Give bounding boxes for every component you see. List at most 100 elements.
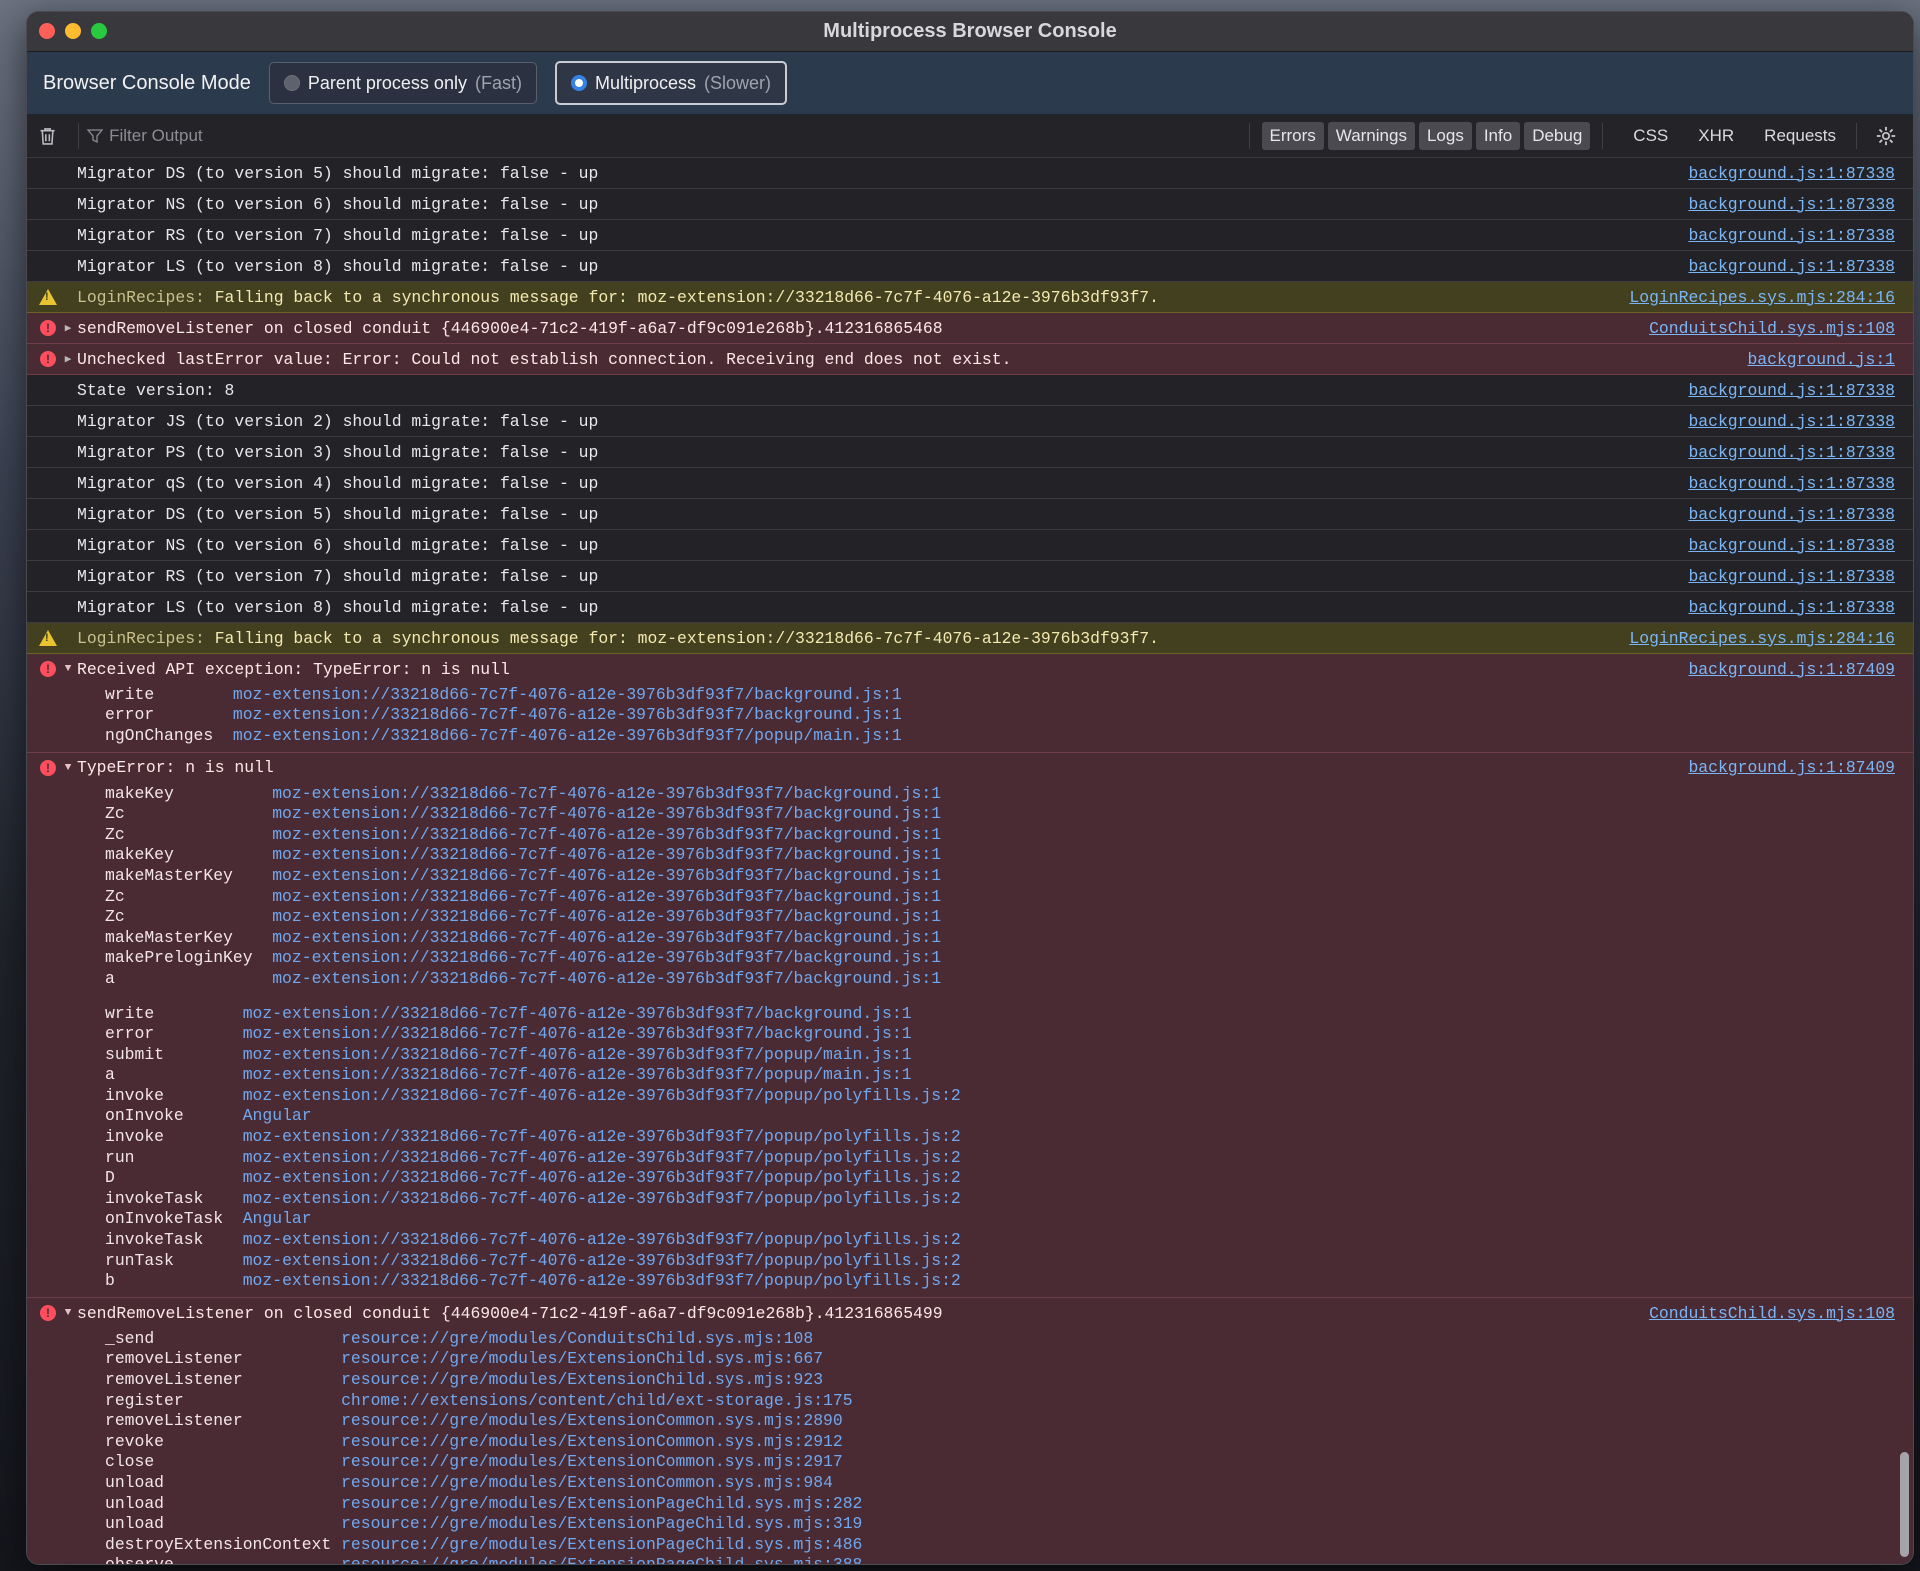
frame-location-link[interactable]: Angular xyxy=(243,1209,312,1228)
stack-frame: invoke moz-extension://33218d66-7c7f-407… xyxy=(105,1126,1913,1147)
frame-location-link[interactable]: resource://gre/modules/ExtensionChild.sy… xyxy=(341,1349,823,1368)
close-window-button[interactable] xyxy=(39,23,55,39)
filter-debug-button[interactable]: Debug xyxy=(1524,122,1591,150)
frame-location-link[interactable]: moz-extension://33218d66-7c7f-4076-a12e-… xyxy=(233,705,902,724)
source-link[interactable]: background.js:1:87338 xyxy=(1688,412,1913,431)
message-prefix: LoginRecipes: xyxy=(77,628,205,648)
frame-location-link[interactable]: Angular xyxy=(243,1106,312,1125)
gear-icon[interactable] xyxy=(1875,125,1897,147)
source-link[interactable]: background.js:1:87338 xyxy=(1688,536,1913,555)
source-link[interactable]: background.js:1:87409 xyxy=(1688,660,1913,679)
source-link[interactable]: background.js:1 xyxy=(1747,350,1913,369)
frame-location-link[interactable]: moz-extension://33218d66-7c7f-4076-a12e-… xyxy=(233,685,902,704)
message-prefix: LoginRecipes: xyxy=(77,287,205,307)
frame-location-link[interactable]: resource://gre/modules/ExtensionCommon.s… xyxy=(341,1411,843,1430)
source-link[interactable]: background.js:1:87338 xyxy=(1688,164,1913,183)
frame-location-link[interactable]: moz-extension://33218d66-7c7f-4076-a12e-… xyxy=(243,1230,961,1249)
message-body: Migrator DS (to version 5) should migrat… xyxy=(77,163,599,183)
frame-location-link[interactable]: moz-extension://33218d66-7c7f-4076-a12e-… xyxy=(243,1271,961,1290)
error-icon: ! xyxy=(40,351,56,367)
frame-location-link[interactable]: moz-extension://33218d66-7c7f-4076-a12e-… xyxy=(272,866,941,885)
stack-frame: removeListener resource://gre/modules/Ex… xyxy=(105,1369,1913,1390)
filter-errors-button[interactable]: Errors xyxy=(1261,122,1324,150)
frame-location-link[interactable]: moz-extension://33218d66-7c7f-4076-a12e-… xyxy=(243,1086,961,1105)
frame-location-link[interactable]: moz-extension://33218d66-7c7f-4076-a12e-… xyxy=(243,1148,961,1167)
collapse-arrow-icon[interactable]: ▼ xyxy=(59,1307,77,1319)
frame-location-link[interactable]: resource://gre/modules/ExtensionPageChil… xyxy=(341,1535,862,1554)
error-group-header[interactable]: ! ▼ Received API exception: TypeError: n i… xyxy=(27,654,1913,684)
stack-frame: makeMasterKey moz-extension://33218d66-7… xyxy=(105,927,1913,948)
frame-location-link[interactable]: resource://gre/modules/ExtensionPageChil… xyxy=(341,1555,862,1564)
source-link[interactable]: background.js:1:87338 xyxy=(1688,195,1913,214)
source-link[interactable]: background.js:1:87338 xyxy=(1688,567,1913,586)
minimize-window-button[interactable] xyxy=(65,23,81,39)
source-link[interactable]: background.js:1:87338 xyxy=(1688,257,1913,276)
frame-location-link[interactable]: moz-extension://33218d66-7c7f-4076-a12e-… xyxy=(272,887,941,906)
maximize-window-button[interactable] xyxy=(91,23,107,39)
trash-icon[interactable] xyxy=(37,125,58,147)
collapse-arrow-icon[interactable]: ▼ xyxy=(59,762,77,774)
stack-frame: close resource://gre/modules/ExtensionCo… xyxy=(105,1452,1913,1473)
frame-location-link[interactable]: resource://gre/modules/ExtensionCommon.s… xyxy=(341,1473,833,1492)
frame-location-link[interactable]: moz-extension://33218d66-7c7f-4076-a12e-… xyxy=(243,1065,912,1084)
frame-location-link[interactable]: moz-extension://33218d66-7c7f-4076-a12e-… xyxy=(272,804,941,823)
frame-location-link[interactable]: moz-extension://33218d66-7c7f-4076-a12e-… xyxy=(272,907,941,926)
frame-location-link[interactable]: moz-extension://33218d66-7c7f-4076-a12e-… xyxy=(272,948,941,967)
console-scrollbar[interactable] xyxy=(1900,1452,1909,1557)
filter-output-input[interactable]: Filter Output xyxy=(87,126,1240,146)
frame-location-link[interactable]: moz-extension://33218d66-7c7f-4076-a12e-… xyxy=(243,1004,912,1023)
source-link[interactable]: ConduitsChild.sys.mjs:108 xyxy=(1649,319,1913,338)
frame-location-link[interactable]: moz-extension://33218d66-7c7f-4076-a12e-… xyxy=(272,784,941,803)
frame-function: makeKey xyxy=(105,783,273,803)
error-group: ! ▼ Received API exception: TypeError: n i… xyxy=(27,654,1913,753)
source-link[interactable]: LoginRecipes.sys.mjs:284:16 xyxy=(1629,629,1913,648)
multiprocess-radio[interactable]: Multiprocess (Slower) xyxy=(554,61,788,105)
expand-arrow-icon[interactable]: ▶ xyxy=(59,321,77,335)
filter-warnings-button[interactable]: Warnings xyxy=(1327,122,1415,150)
parent-process-only-radio[interactable]: Parent process only (Fast) xyxy=(268,62,537,104)
frame-function: onInvokeTask xyxy=(105,1209,243,1229)
filter-css-button[interactable]: CSS xyxy=(1625,122,1676,150)
filter-requests-button[interactable]: Requests xyxy=(1756,122,1844,150)
collapse-arrow-icon[interactable]: ▼ xyxy=(59,663,77,675)
source-link[interactable]: LoginRecipes.sys.mjs:284:16 xyxy=(1629,288,1913,307)
warning-icon xyxy=(39,289,57,305)
error-group-header[interactable]: ! ▼ TypeError: n is null background.js:1:87… xyxy=(27,753,1913,783)
frame-location-link[interactable]: resource://gre/modules/ExtensionPageChil… xyxy=(341,1494,862,1513)
source-link[interactable]: background.js:1:87409 xyxy=(1688,758,1913,777)
frame-location-link[interactable]: moz-extension://33218d66-7c7f-4076-a12e-… xyxy=(272,845,941,864)
stack-frame: unload resource://gre/modules/ExtensionP… xyxy=(105,1493,1913,1514)
frame-location-link[interactable]: moz-extension://33218d66-7c7f-4076-a12e-… xyxy=(243,1168,961,1187)
frame-location-link[interactable]: resource://gre/modules/ExtensionPageChil… xyxy=(341,1514,862,1533)
frame-location-link[interactable]: moz-extension://33218d66-7c7f-4076-a12e-… xyxy=(243,1251,961,1270)
filter-info-button[interactable]: Info xyxy=(1475,122,1521,150)
frame-location-link[interactable]: moz-extension://33218d66-7c7f-4076-a12e-… xyxy=(243,1189,961,1208)
filter-xhr-button[interactable]: XHR xyxy=(1690,122,1742,150)
frame-location-link[interactable]: moz-extension://33218d66-7c7f-4076-a12e-… xyxy=(272,928,941,947)
source-link[interactable]: background.js:1:87338 xyxy=(1688,226,1913,245)
frame-location-link[interactable]: moz-extension://33218d66-7c7f-4076-a12e-… xyxy=(272,969,941,988)
frame-function: observe xyxy=(105,1555,341,1564)
console-mode-label: Browser Console Mode xyxy=(43,71,251,94)
expand-arrow-icon[interactable]: ▶ xyxy=(59,352,77,366)
source-link[interactable]: background.js:1:87338 xyxy=(1688,443,1913,462)
frame-location-link[interactable]: moz-extension://33218d66-7c7f-4076-a12e-… xyxy=(233,726,902,745)
frame-location-link[interactable]: moz-extension://33218d66-7c7f-4076-a12e-… xyxy=(243,1024,912,1043)
frame-location-link[interactable]: resource://gre/modules/ExtensionCommon.s… xyxy=(341,1452,843,1471)
message-text: LoginRecipes: Falling back to a synchron… xyxy=(77,288,1629,307)
frame-location-link[interactable]: resource://gre/modules/ExtensionCommon.s… xyxy=(341,1432,843,1451)
source-link[interactable]: background.js:1:87338 xyxy=(1688,598,1913,617)
frame-location-link[interactable]: moz-extension://33218d66-7c7f-4076-a12e-… xyxy=(243,1127,961,1146)
source-link[interactable]: background.js:1:87338 xyxy=(1688,505,1913,524)
frame-location-link[interactable]: resource://gre/modules/ExtensionChild.sy… xyxy=(341,1370,823,1389)
filter-logs-button[interactable]: Logs xyxy=(1418,122,1472,150)
frame-location-link[interactable]: moz-extension://33218d66-7c7f-4076-a12e-… xyxy=(243,1045,912,1064)
error-group-header[interactable]: ! ▼ sendRemoveListener on closed conduit {… xyxy=(27,1298,1913,1328)
frame-location-link[interactable]: moz-extension://33218d66-7c7f-4076-a12e-… xyxy=(272,825,941,844)
source-link[interactable]: background.js:1:87338 xyxy=(1688,381,1913,400)
source-link[interactable]: ConduitsChild.sys.mjs:108 xyxy=(1649,1304,1913,1323)
frame-location-link[interactable]: resource://gre/modules/ConduitsChild.sys… xyxy=(341,1329,813,1348)
frame-location-link[interactable]: chrome://extensions/content/child/ext-st… xyxy=(341,1391,852,1410)
source-link[interactable]: background.js:1:87338 xyxy=(1688,474,1913,493)
toolbar-divider xyxy=(1856,123,1857,149)
